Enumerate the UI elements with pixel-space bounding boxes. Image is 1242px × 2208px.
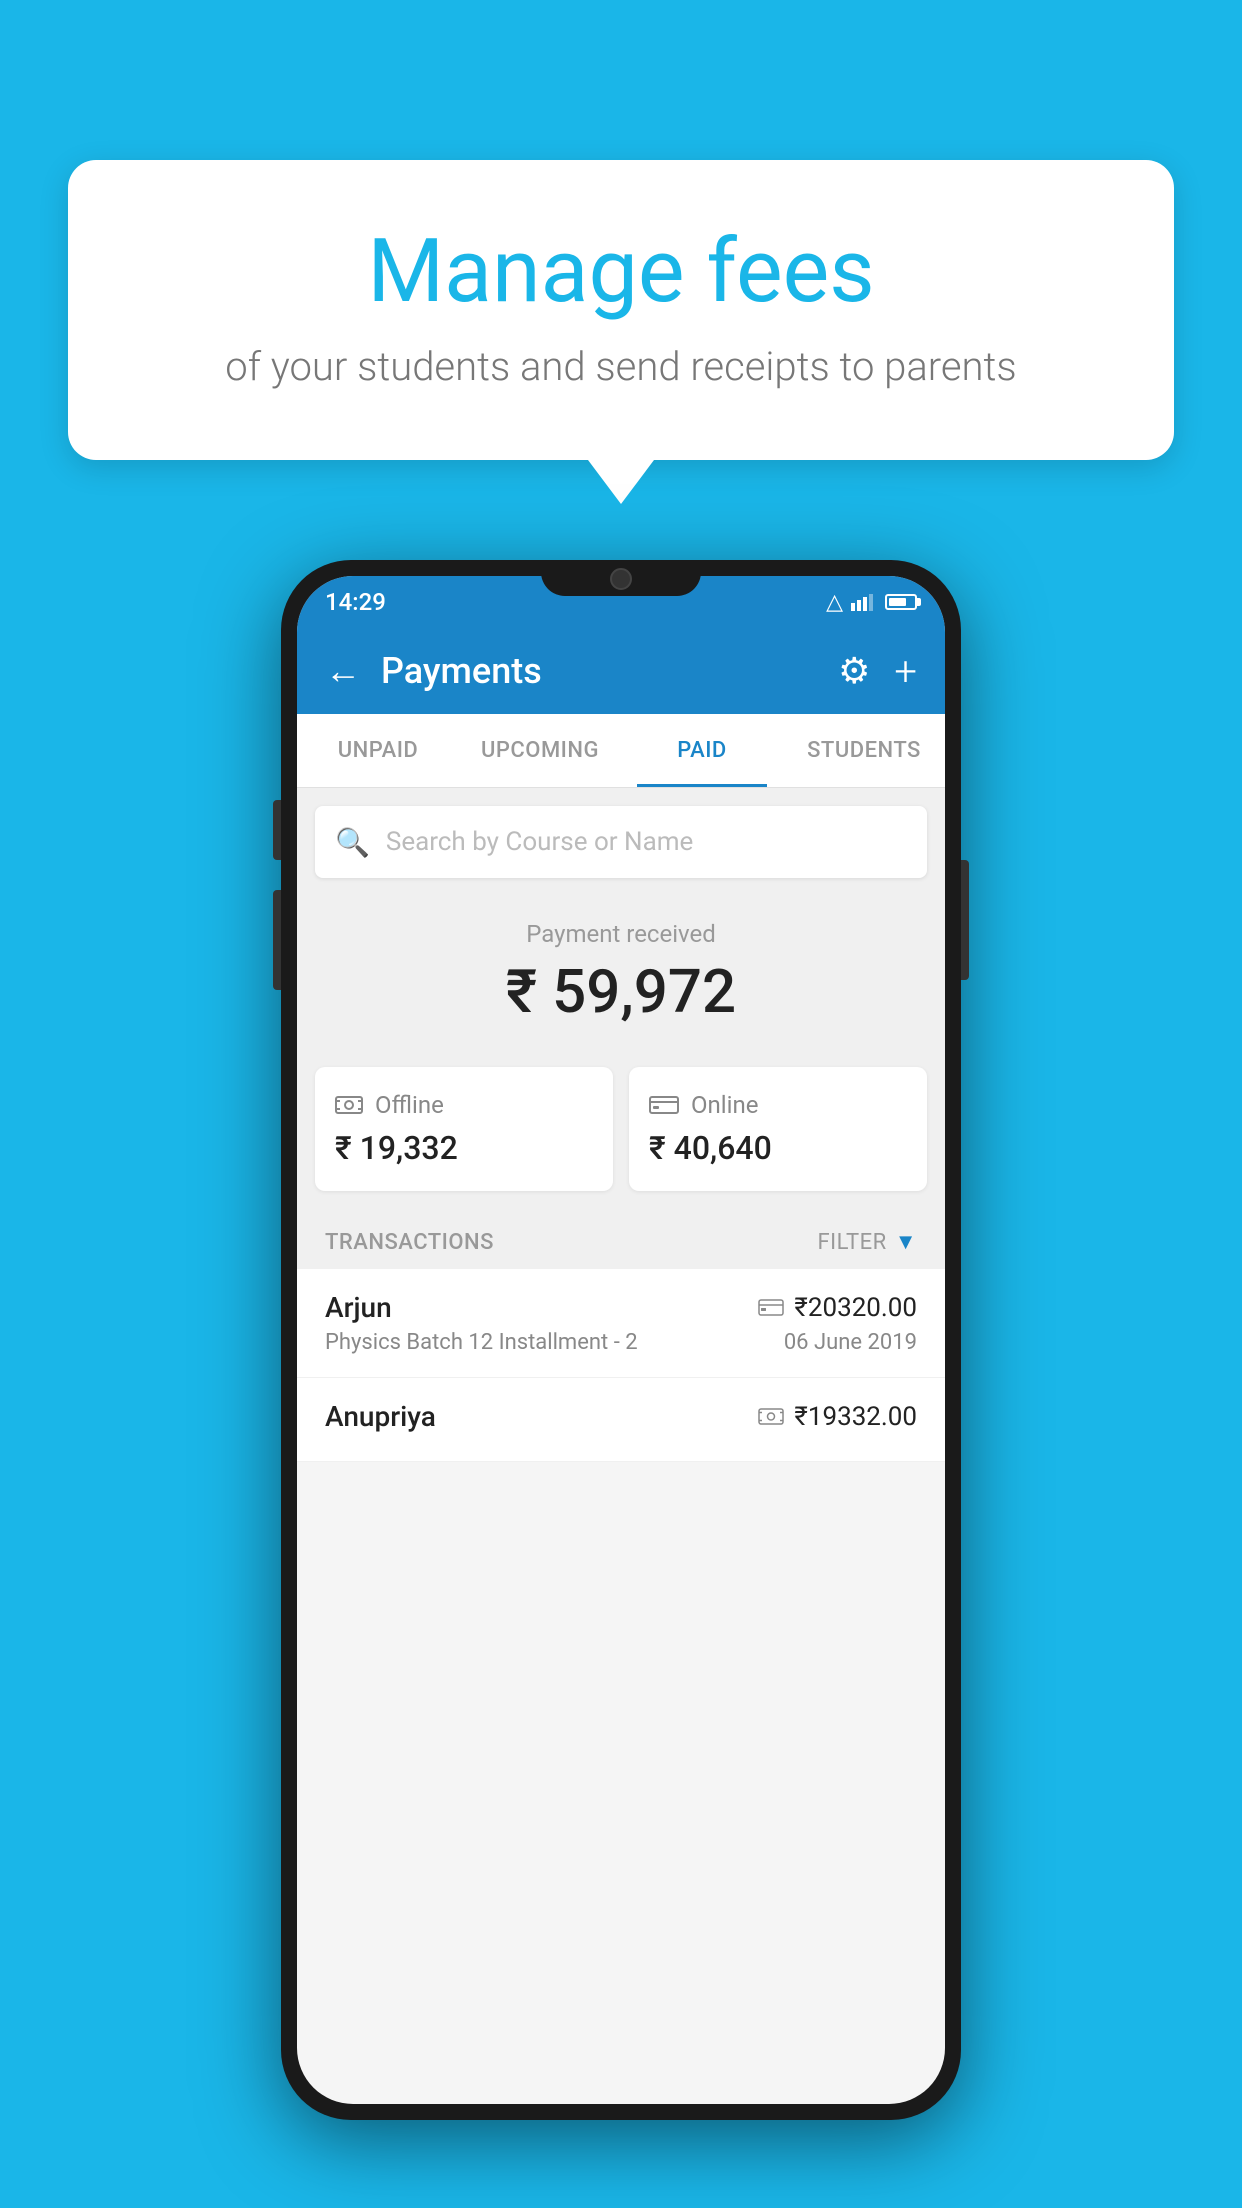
search-bar[interactable]: 🔍 Search by Course or Name: [315, 806, 927, 878]
battery-icon: [885, 594, 917, 610]
filter-button[interactable]: FILTER ▼: [817, 1229, 917, 1255]
phone-device: 14:29 △: [281, 560, 961, 2120]
phone-notch: [541, 560, 701, 596]
transaction-name: Anupriya: [325, 1400, 436, 1433]
transaction-amount-wrapper: ₹20320.00: [758, 1293, 917, 1323]
transaction-course: Physics Batch 12 Installment - 2: [325, 1330, 638, 1355]
offline-card: Offline ₹ 19,332: [315, 1067, 613, 1191]
status-icons: △: [826, 590, 917, 615]
wifi-icon: △: [826, 590, 843, 615]
settings-icon[interactable]: ⚙: [838, 650, 870, 692]
transactions-header: TRANSACTIONS FILTER ▼: [297, 1211, 945, 1269]
add-icon[interactable]: +: [894, 648, 917, 695]
bubble-title: Manage fees: [148, 220, 1094, 323]
app-bar: ← Payments ⚙ +: [297, 628, 945, 714]
tab-upcoming[interactable]: UPCOMING: [459, 714, 621, 787]
card-payment-icon: [758, 1298, 784, 1318]
tab-unpaid[interactable]: UNPAID: [297, 714, 459, 787]
filter-label: FILTER: [817, 1230, 886, 1255]
transaction-amount-wrapper: ₹19332.00: [758, 1402, 917, 1432]
offline-label: Offline: [375, 1091, 444, 1119]
online-label: Online: [691, 1091, 758, 1119]
volume-down-button: [273, 890, 281, 990]
transaction-amount: ₹19332.00: [794, 1402, 917, 1432]
bubble-subtitle: of your students and send receipts to pa…: [148, 343, 1094, 390]
filter-icon: ▼: [895, 1229, 917, 1255]
online-amount: ₹ 40,640: [649, 1129, 907, 1167]
search-icon: 🔍: [335, 826, 370, 859]
payment-cards: Offline ₹ 19,332 Online: [297, 1067, 945, 1211]
transaction-amount: ₹20320.00: [794, 1293, 917, 1323]
app-bar-actions: ⚙ +: [838, 648, 917, 695]
search-placeholder: Search by Course or Name: [386, 827, 693, 857]
payment-total: ₹ 59,972: [317, 956, 925, 1027]
transaction-name: Arjun: [325, 1291, 392, 1324]
status-time: 14:29: [325, 588, 386, 616]
main-content: 🔍 Search by Course or Name Payment recei…: [297, 788, 945, 1462]
transaction-item[interactable]: Arjun ₹20320.00 Physics: [297, 1269, 945, 1378]
payment-summary: Payment received ₹ 59,972: [297, 896, 945, 1067]
cash-icon: [335, 1094, 363, 1116]
tab-paid[interactable]: PAID: [621, 714, 783, 787]
online-card: Online ₹ 40,640: [629, 1067, 927, 1191]
speech-bubble: Manage fees of your students and send re…: [68, 160, 1174, 460]
payment-received-label: Payment received: [317, 920, 925, 948]
transaction-list: Arjun ₹20320.00 Physics: [297, 1269, 945, 1462]
transaction-date: 06 June 2019: [784, 1330, 917, 1355]
card-icon: [649, 1094, 679, 1116]
offline-amount: ₹ 19,332: [335, 1129, 593, 1167]
power-button: [961, 860, 969, 980]
volume-up-button: [273, 800, 281, 860]
back-button[interactable]: ←: [325, 650, 361, 692]
signal-icon: [851, 593, 877, 611]
tab-students[interactable]: STUDENTS: [783, 714, 945, 787]
transactions-label: TRANSACTIONS: [325, 1230, 494, 1255]
cash-payment-icon: [758, 1407, 784, 1427]
front-camera: [610, 568, 632, 590]
tab-bar: UNPAID UPCOMING PAID STUDENTS: [297, 714, 945, 788]
page-title: Payments: [381, 650, 818, 692]
phone-screen: 14:29 △: [297, 576, 945, 2104]
transaction-item[interactable]: Anupriya ₹19332.00: [297, 1378, 945, 1462]
